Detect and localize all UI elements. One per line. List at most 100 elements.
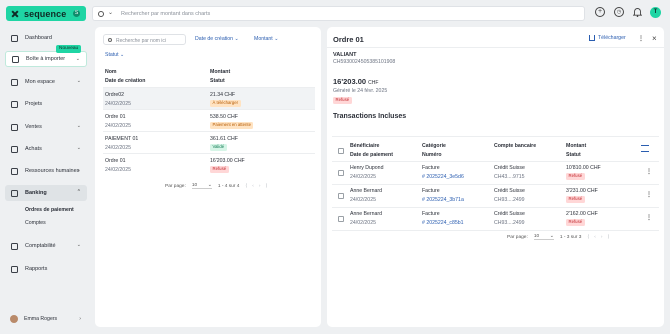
folder-icon bbox=[11, 100, 18, 108]
top-bar: sequence S ⌄ Rechercher par montant dans… bbox=[0, 0, 670, 27]
generated-date: Généré le 24 févr. 2025 bbox=[333, 88, 388, 94]
chart-icon bbox=[11, 265, 18, 273]
sidebar-sub-accounts[interactable]: Comptes bbox=[25, 220, 46, 226]
per-page-select[interactable]: 10 ⌄ bbox=[191, 183, 212, 189]
row-menu-icon[interactable]: ⋮ bbox=[646, 191, 652, 198]
invoice-link[interactable]: # 2025224_3b71a bbox=[422, 197, 464, 203]
list-search-input[interactable]: Recherche par nom ici bbox=[103, 34, 186, 45]
person-icon bbox=[11, 78, 18, 86]
filter-creation-date[interactable]: Date de création ⌄ bbox=[195, 36, 239, 42]
pagination-arrows-icon[interactable]: ⟨‹›⟩ bbox=[587, 235, 614, 240]
row-menu-icon[interactable]: ⋮ bbox=[646, 214, 652, 221]
people-icon bbox=[11, 167, 18, 175]
chevron-down-icon: ⌄ bbox=[120, 52, 125, 58]
table-row[interactable]: Anne Bernard 24/02/2025 Facture # 202522… bbox=[332, 208, 659, 230]
table-row[interactable]: PAIEMENT 01 24/02/2025 361.61 CHF Validé bbox=[103, 131, 315, 153]
chevron-right-icon: › bbox=[79, 316, 81, 322]
col-header-amount: Montant bbox=[566, 143, 587, 149]
section-title: Transactions Incluses bbox=[333, 113, 407, 120]
download-icon bbox=[589, 35, 595, 41]
filter-amount[interactable]: Montant ⌄ bbox=[254, 36, 279, 42]
list-pagination: Par page: 10 ⌄ 1 - 4 sur 4 ⟨‹›⟩ bbox=[165, 183, 273, 189]
sidebar-sub-payment-orders[interactable]: Ordres de paiement bbox=[25, 207, 74, 213]
table-row[interactable]: Henry Dupond 24/02/2025 Facture # 202522… bbox=[332, 162, 659, 184]
sequence-logo-icon bbox=[11, 10, 19, 18]
workspace-badge[interactable]: S bbox=[73, 10, 80, 17]
clock-icon[interactable]: ◷ bbox=[614, 7, 624, 17]
global-search[interactable]: ⌄ Rechercher par montant dans charts bbox=[92, 6, 585, 21]
sidebar-user[interactable]: Emma Rogers › bbox=[5, 312, 87, 326]
status-badge: Refusé bbox=[210, 166, 229, 173]
columns-settings-icon[interactable] bbox=[641, 145, 649, 152]
table-row[interactable]: Anne Bernard 24/02/2025 Facture # 202522… bbox=[332, 185, 659, 207]
add-icon[interactable]: + bbox=[595, 7, 605, 17]
chevron-down-icon: ⌄ bbox=[76, 167, 81, 173]
select-all-checkbox[interactable] bbox=[338, 148, 344, 154]
sidebar-item-reports[interactable]: Rapports bbox=[5, 261, 87, 277]
sidebar-item-projects[interactable]: Projets bbox=[5, 96, 87, 112]
status-badge: Refusé bbox=[566, 219, 585, 226]
table-row[interactable]: Ordre 01 24/02/2025 538.50 CHF Paiement … bbox=[103, 109, 315, 131]
search-icon bbox=[108, 38, 112, 42]
row-checkbox[interactable] bbox=[338, 170, 344, 176]
table-row[interactable]: Ordre 01 24/02/2025 16'203.00 CHF Refusé bbox=[103, 153, 315, 175]
status-badge: Paiement en attente bbox=[210, 122, 254, 129]
bell-icon[interactable] bbox=[632, 7, 643, 17]
row-checkbox[interactable] bbox=[338, 193, 344, 199]
col-header-status: Statut bbox=[566, 152, 581, 158]
payment-orders-list: Recherche par nom ici Date de création ⌄… bbox=[95, 27, 321, 327]
chevron-down-icon[interactable]: ⌄ bbox=[108, 9, 113, 16]
invoice-link[interactable]: # 2025224_c85b1 bbox=[422, 220, 464, 226]
chevron-down-icon: ⌄ bbox=[76, 123, 81, 129]
status-badge: Refusé bbox=[333, 97, 352, 104]
sidebar-item-hr[interactable]: Ressources humaines ⌄ bbox=[5, 163, 87, 179]
sidebar-item-my-space[interactable]: Mon espace ⌄ bbox=[5, 74, 87, 90]
chevron-down-icon: ⌄ bbox=[76, 78, 81, 84]
col-header-name: Nom bbox=[105, 69, 117, 75]
search-placeholder: Rechercher par montant dans charts bbox=[121, 10, 211, 17]
account-name: VALIANT bbox=[333, 52, 357, 58]
status-badge: Refusé bbox=[566, 173, 585, 180]
status-badge: Refusé bbox=[566, 196, 585, 203]
bank-icon bbox=[11, 189, 18, 197]
sidebar-item-banking[interactable]: Banking ⌃ bbox=[5, 185, 87, 201]
user-name: Emma Rogers bbox=[24, 316, 58, 322]
col-header-beneficiary: Bénéficiaire bbox=[350, 143, 380, 149]
user-avatar[interactable]: T bbox=[650, 7, 661, 18]
brand-logo[interactable]: sequence S bbox=[6, 6, 86, 21]
chevron-down-icon: ⌄ bbox=[76, 242, 81, 248]
user-photo-avatar bbox=[10, 315, 18, 323]
sidebar: Dashboard Boîte à importer ⌄ Mon espace ⌄ … bbox=[5, 27, 87, 327]
more-options-icon[interactable]: ⋮ bbox=[638, 35, 644, 42]
per-page-select[interactable]: 10 ⌄ bbox=[533, 234, 554, 240]
chevron-down-icon: ⌄ bbox=[75, 56, 80, 62]
cart-icon bbox=[11, 145, 18, 153]
col-header-status: Statut bbox=[210, 78, 225, 84]
iban: CH5930024505385101908 bbox=[333, 59, 396, 65]
download-button[interactable]: Télécharger bbox=[589, 35, 626, 41]
chevron-down-icon: ⌄ bbox=[207, 183, 212, 188]
col-header-bank-account: Compte bancaire bbox=[494, 143, 537, 149]
home-icon bbox=[11, 34, 18, 42]
status-badge: Validé bbox=[210, 144, 227, 151]
close-icon[interactable]: × bbox=[652, 34, 657, 43]
col-header-date: Date de création bbox=[105, 78, 146, 84]
sidebar-item-dashboard[interactable]: Dashboard bbox=[5, 30, 87, 46]
status-badge: À télécharger bbox=[210, 100, 241, 107]
row-menu-icon[interactable]: ⋮ bbox=[646, 168, 652, 175]
sidebar-item-inbox[interactable]: Boîte à importer ⌄ bbox=[5, 51, 87, 67]
invoice-link[interactable]: # 2025224_3e5d6 bbox=[422, 174, 464, 180]
col-header-number: Numéro bbox=[422, 152, 442, 158]
pagination-arrows-icon[interactable]: ⟨‹›⟩ bbox=[245, 184, 272, 189]
tag-icon bbox=[11, 123, 18, 131]
sidebar-item-accounting[interactable]: Comptabilité ⌄ bbox=[5, 238, 87, 254]
chevron-down-icon: ⌄ bbox=[274, 36, 279, 42]
sidebar-item-purchases[interactable]: Achats ⌄ bbox=[5, 141, 87, 157]
table-row[interactable]: Ordre02 24/02/2025 21.34 CHF À télécharg… bbox=[103, 87, 315, 109]
chevron-down-icon: ⌄ bbox=[234, 36, 239, 42]
inbox-icon bbox=[12, 55, 19, 63]
chevron-down-icon: ⌄ bbox=[76, 145, 81, 151]
row-checkbox[interactable] bbox=[338, 216, 344, 222]
filter-status[interactable]: Statut ⌄ bbox=[105, 52, 124, 58]
sidebar-item-sales[interactable]: Ventes ⌄ bbox=[5, 119, 87, 135]
